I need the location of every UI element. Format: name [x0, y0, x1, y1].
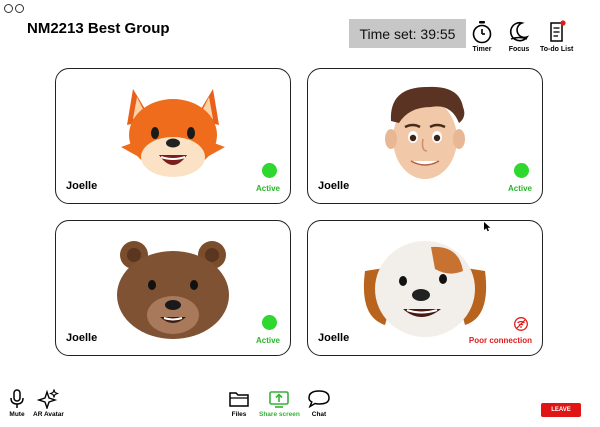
sparkles-icon — [37, 389, 60, 409]
meeting-title: NM2213 Best Group — [27, 20, 170, 37]
files-label: Files — [231, 411, 247, 418]
timer-display: Time set: 39:55 — [349, 19, 466, 48]
folder-icon — [229, 392, 249, 407]
share-screen-icon — [269, 391, 290, 408]
microphone-icon — [10, 389, 24, 408]
files-button[interactable]: Files — [228, 389, 250, 418]
participant-status: Active — [507, 184, 532, 193]
participant-name: Joelle — [66, 332, 98, 344]
todo-tool-button[interactable]: To-do List — [540, 20, 573, 53]
dog-avatar-icon — [363, 241, 487, 337]
window-controls — [4, 4, 24, 13]
close-window-button[interactable] — [4, 4, 13, 13]
participant-status: Active — [255, 336, 280, 345]
participant-name: Joelle — [66, 180, 98, 192]
participant-tile[interactable]: Joelle Active — [55, 220, 291, 356]
mute-button[interactable]: Mute — [8, 389, 26, 418]
timer-tool-label: Timer — [472, 46, 492, 53]
chat-bubble-icon — [308, 390, 330, 409]
chat-label: Chat — [311, 411, 327, 418]
todo-list-icon — [549, 20, 566, 42]
chat-button[interactable]: Chat — [307, 389, 331, 418]
mute-label: Mute — [9, 411, 25, 418]
active-indicator — [262, 163, 277, 178]
fox-avatar-icon — [121, 89, 225, 177]
mouse-cursor-icon — [484, 222, 491, 232]
focus-tool-label: Focus — [508, 46, 530, 53]
participant-tile[interactable]: Joelle Poor connection — [307, 220, 543, 356]
participant-tile[interactable]: Joelle Active — [307, 68, 543, 204]
moon-icon — [509, 21, 530, 42]
share-screen-button[interactable]: Share screen — [259, 389, 300, 418]
participant-name: Joelle — [318, 180, 350, 192]
minimize-window-button[interactable] — [15, 4, 24, 13]
bear-avatar-icon — [117, 241, 229, 339]
todo-tool-label: To-do List — [540, 46, 574, 53]
stopwatch-icon — [472, 21, 492, 44]
ar-avatar-button[interactable]: AR Avatar — [33, 389, 64, 418]
share-screen-label: Share screen — [259, 411, 300, 418]
poor-connection-icon — [514, 317, 528, 331]
focus-tool-button[interactable]: Focus — [508, 20, 530, 53]
participant-tile[interactable]: Joelle Active — [55, 68, 291, 204]
participant-status: Active — [255, 184, 280, 193]
participant-name: Joelle — [318, 332, 350, 344]
boy-avatar-icon — [385, 86, 465, 179]
active-indicator — [262, 315, 277, 330]
participant-status: Poor connection — [468, 336, 532, 345]
timer-tool-button[interactable]: Timer — [471, 20, 493, 53]
active-indicator — [514, 163, 529, 178]
leave-button[interactable]: LEAVE — [541, 403, 581, 417]
ar-avatar-label: AR Avatar — [33, 411, 64, 418]
